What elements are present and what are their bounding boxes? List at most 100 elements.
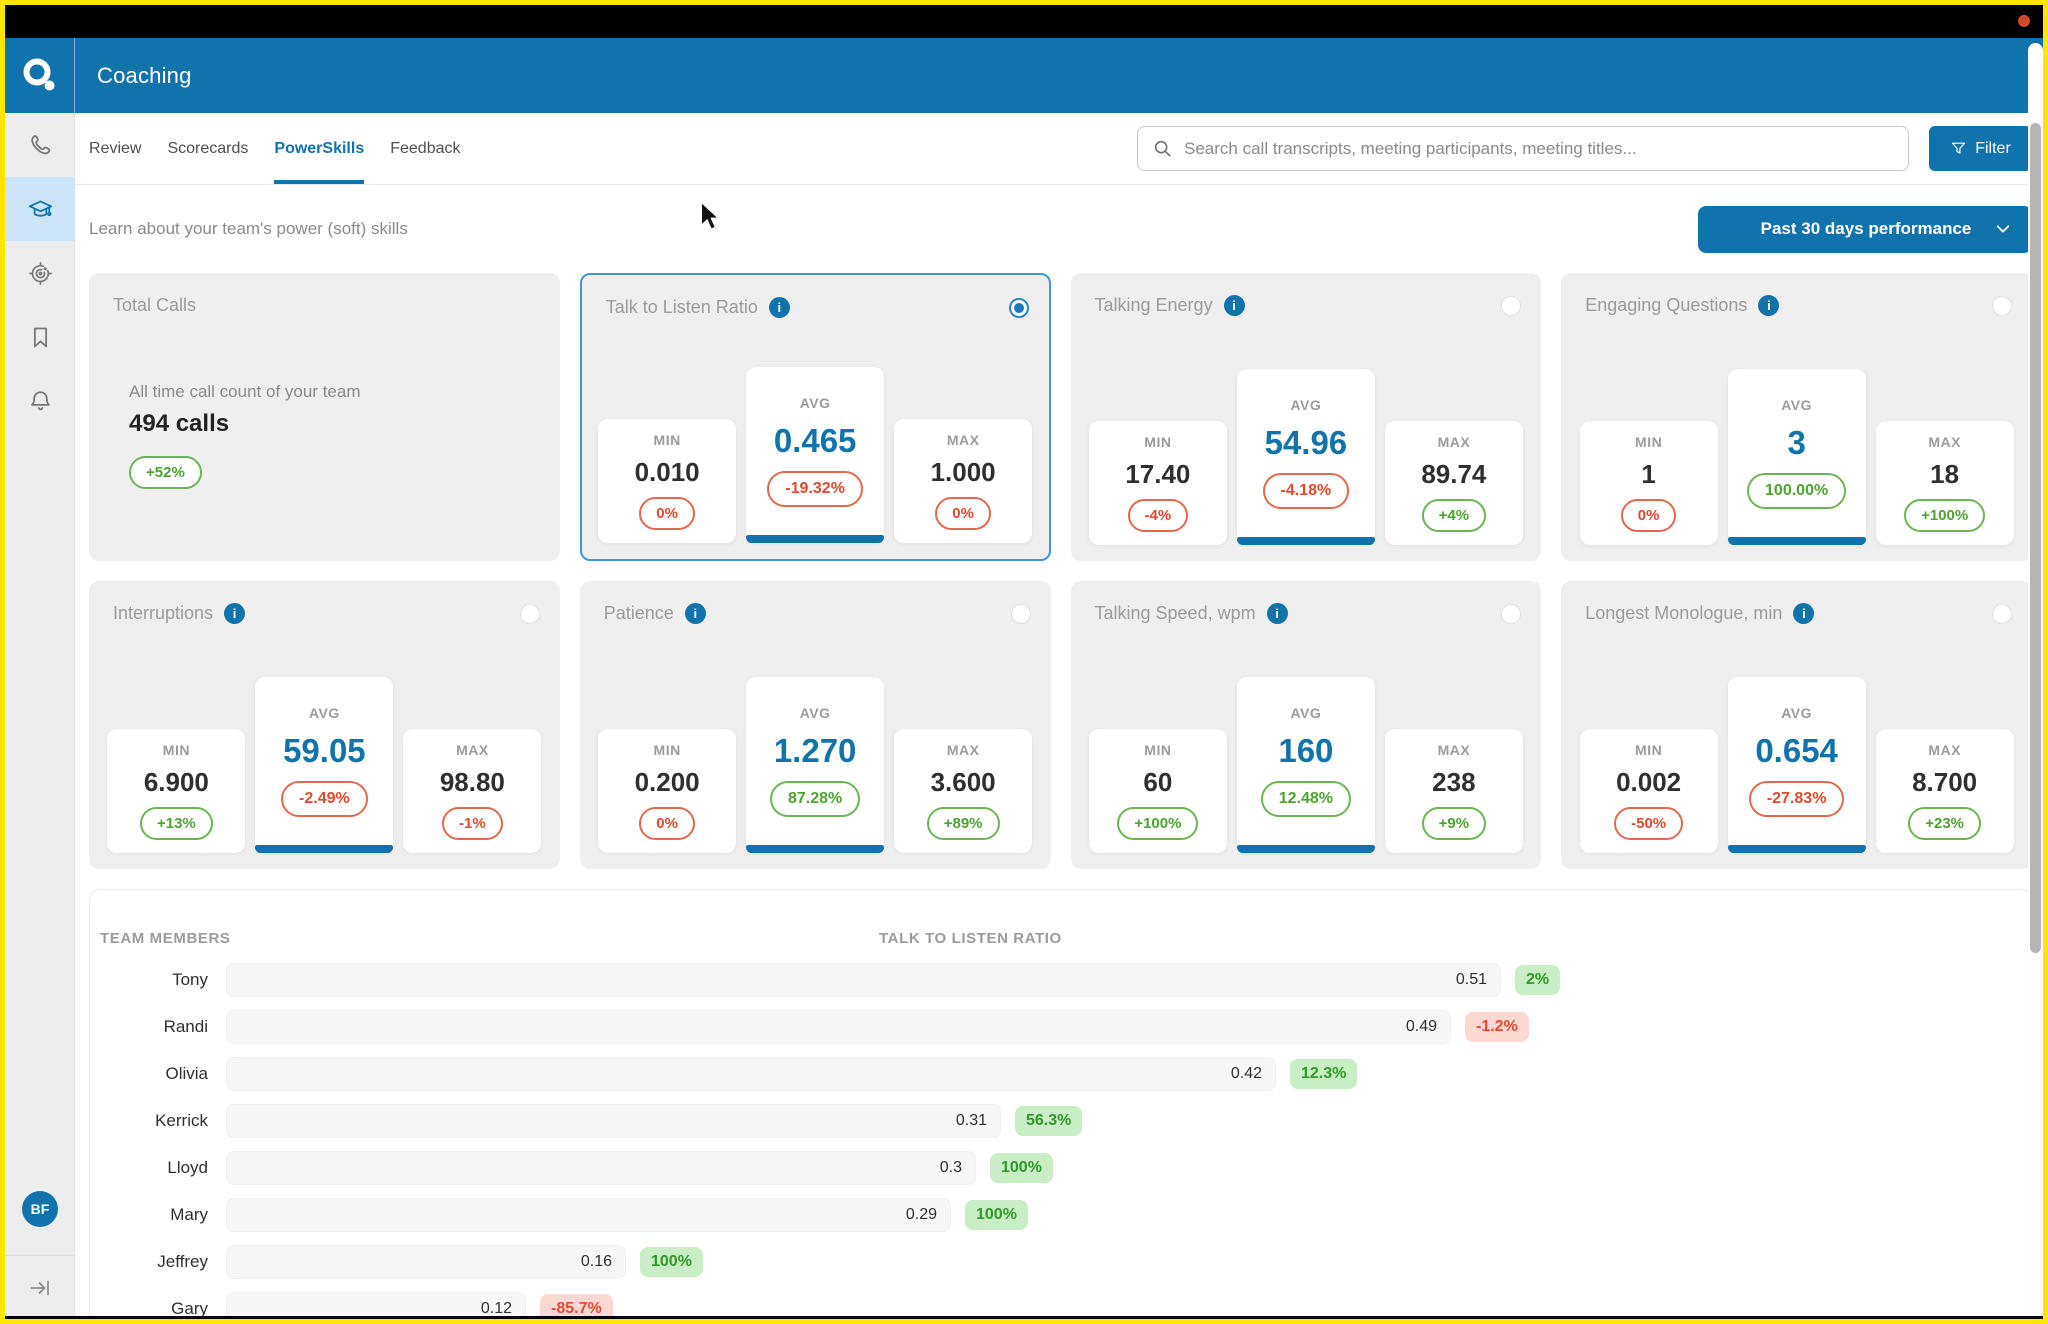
ratio-value: 0.3	[939, 1158, 962, 1176]
metric-card[interactable]: Talk to Listen Ratio i MIN 0.010 0% AVG …	[579, 273, 1051, 561]
metric-card[interactable]: Talking Energy i MIN 17.40 -4% AVG 54.96…	[1070, 273, 1542, 561]
stat-max-label: MAX	[1928, 742, 1961, 758]
metric-select-radio[interactable]	[1010, 603, 1031, 624]
stat-avg-change-pill: -4.18%	[1262, 473, 1350, 509]
metric-card-title: Talk to Listen Ratio	[605, 297, 758, 317]
metric-select-radio[interactable]	[1501, 603, 1522, 624]
metric-stats: MIN 0.002 -50% AVG 0.654 -27.83% MAX 8.7…	[1561, 677, 2032, 853]
team-member-name: Kerrick	[155, 1110, 208, 1130]
team-member-row[interactable]: Olivia 0.42 12.3%	[90, 1050, 2031, 1097]
metric-card[interactable]: Longest Monologue, min i MIN 0.002 -50% …	[1561, 581, 2032, 869]
team-member-row[interactable]: Lloyd 0.3 100%	[90, 1144, 2031, 1191]
stat-min-value: 6.900	[143, 767, 209, 797]
stat-max-label: MAX	[1437, 742, 1471, 758]
stat-min-value: 1	[1641, 459, 1656, 489]
stat-avg-change-pill: -27.83%	[1748, 781, 1845, 817]
app-header: Coaching	[5, 38, 2043, 113]
metric-stats: MIN 1 0% AVG 3 100.00% MAX 18 +100%	[1561, 369, 2032, 545]
stat-avg-label: AVG	[799, 705, 831, 721]
stat-min-value: 0.200	[634, 767, 700, 797]
metric-card[interactable]: Patience i MIN 0.200 0% AVG 1.270 87.28%…	[579, 581, 1051, 869]
team-member-name: Lloyd	[167, 1157, 208, 1177]
stat-min-change-pill: 0%	[639, 497, 695, 530]
stat-max-value: 8.700	[1912, 767, 1978, 797]
metric-card-title: Longest Monologue, min	[1585, 603, 1783, 623]
stat-min-change-pill: -50%	[1614, 807, 1684, 840]
sidebar-item-bookmarks[interactable]	[5, 305, 75, 369]
sidebar-item-targets[interactable]	[5, 241, 75, 305]
coaching-cap-icon	[28, 200, 52, 217]
team-member-row[interactable]: Jeffrey 0.16 100%	[90, 1238, 2031, 1285]
info-icon[interactable]: i	[1223, 295, 1245, 316]
stat-max-change-pill: +89%	[926, 807, 1000, 840]
stat-avg: AVG 160 12.48%	[1236, 677, 1375, 853]
metric-stats: MIN 6.900 +13% AVG 59.05 -2.49% MAX 98.8…	[89, 677, 560, 853]
stat-avg-label: AVG	[1290, 397, 1322, 413]
metric-card[interactable]: Engaging Questions i MIN 1 0% AVG 3 100.…	[1561, 273, 2032, 561]
stat-avg-value: 1.270	[773, 732, 857, 769]
chevron-down-icon	[1996, 225, 2010, 233]
filter-button[interactable]: Filter	[1929, 126, 2032, 171]
page-title: Coaching	[97, 62, 192, 88]
info-icon[interactable]: i	[768, 297, 790, 318]
stat-max-label: MAX	[456, 742, 489, 758]
team-member-row[interactable]: Kerrick 0.31 56.3%	[90, 1097, 2031, 1144]
metric-select-radio[interactable]	[1992, 603, 2012, 624]
stat-min-change-pill: +13%	[139, 807, 213, 840]
metric-select-radio[interactable]	[519, 603, 540, 624]
stat-max-label: MAX	[1928, 434, 1961, 450]
sidebar-item-notifications[interactable]	[5, 369, 75, 433]
team-member-row[interactable]: Tony 0.51 2%	[90, 956, 2031, 1003]
stat-min: MIN 1 0%	[1579, 421, 1718, 545]
metric-card[interactable]: Interruptions i MIN 6.900 +13% AVG 59.05…	[89, 581, 560, 869]
stat-min-label: MIN	[1144, 742, 1172, 758]
scrollbar-thumb[interactable]	[2030, 123, 2041, 953]
ratio-value: 0.49	[1405, 1017, 1437, 1035]
ratio-bar: 0.16	[226, 1244, 626, 1279]
scrollbar-track[interactable]	[2028, 43, 2043, 1319]
stat-avg-change-pill: -2.49%	[281, 781, 368, 817]
metric-card[interactable]: Talking Speed, wpm i MIN 60 +100% AVG 16…	[1070, 581, 1542, 869]
team-member-row[interactable]: Gary 0.12 -85.7%	[90, 1285, 2031, 1319]
info-icon[interactable]: i	[684, 603, 706, 624]
tab-powerskills[interactable]: PowerSkills	[274, 113, 365, 184]
ratio-value: 0.31	[955, 1111, 987, 1129]
metric-stats: MIN 60 +100% AVG 160 12.48% MAX 238 +9%	[1071, 677, 1542, 853]
stat-min-change-pill: -4%	[1127, 499, 1189, 532]
stat-avg-change-pill: 100.00%	[1747, 473, 1847, 509]
tab-feedback[interactable]: Feedback	[390, 113, 460, 184]
metric-select-radio[interactable]	[1008, 297, 1029, 318]
screen-frame: Coaching BF Review Scorecards PowerSkill…	[0, 0, 2048, 1324]
sidebar-item-calls[interactable]	[5, 113, 75, 177]
search-box[interactable]	[1137, 126, 1909, 171]
funnel-icon	[1952, 142, 1966, 154]
info-icon[interactable]: i	[224, 603, 246, 624]
team-member-row[interactable]: Mary 0.29 100%	[90, 1191, 2031, 1238]
logo-area[interactable]	[5, 38, 75, 113]
info-icon[interactable]: i	[1793, 603, 1815, 624]
user-avatar[interactable]: BF	[22, 1191, 58, 1227]
total-calls-card: Total Calls All time call count of your …	[89, 273, 560, 561]
change-badge: 12.3%	[1290, 1058, 1358, 1089]
sidebar-collapse-toggle[interactable]	[5, 1255, 75, 1319]
metric-select-radio[interactable]	[1992, 295, 2012, 316]
stat-avg: AVG 54.96 -4.18%	[1236, 369, 1375, 545]
stat-max-value: 3.600	[930, 767, 996, 797]
info-icon[interactable]: i	[1266, 603, 1288, 624]
stat-max-value: 1.000	[930, 457, 996, 487]
stat-avg-value: 3	[1787, 424, 1806, 461]
info-icon[interactable]: i	[1758, 295, 1780, 316]
search-input[interactable]	[1184, 138, 1894, 159]
stat-max: MAX 8.700 +23%	[1875, 729, 2014, 853]
tab-review[interactable]: Review	[89, 113, 141, 184]
metric-select-radio[interactable]	[1501, 295, 1522, 316]
tab-scorecards[interactable]: Scorecards	[167, 113, 248, 184]
ratio-value: 0.42	[1230, 1064, 1262, 1082]
metric-card-title: Talking Speed, wpm	[1094, 603, 1256, 623]
ratio-value: 0.51	[1455, 970, 1487, 988]
period-dropdown[interactable]: Past 30 days performance	[1698, 205, 2032, 253]
sidebar-item-coaching[interactable]	[5, 177, 75, 241]
stat-avg-value: 59.05	[283, 732, 366, 769]
team-member-row[interactable]: Randi 0.49 -1.2%	[90, 1003, 2031, 1050]
tabs: Review Scorecards PowerSkills Feedback	[89, 113, 460, 184]
